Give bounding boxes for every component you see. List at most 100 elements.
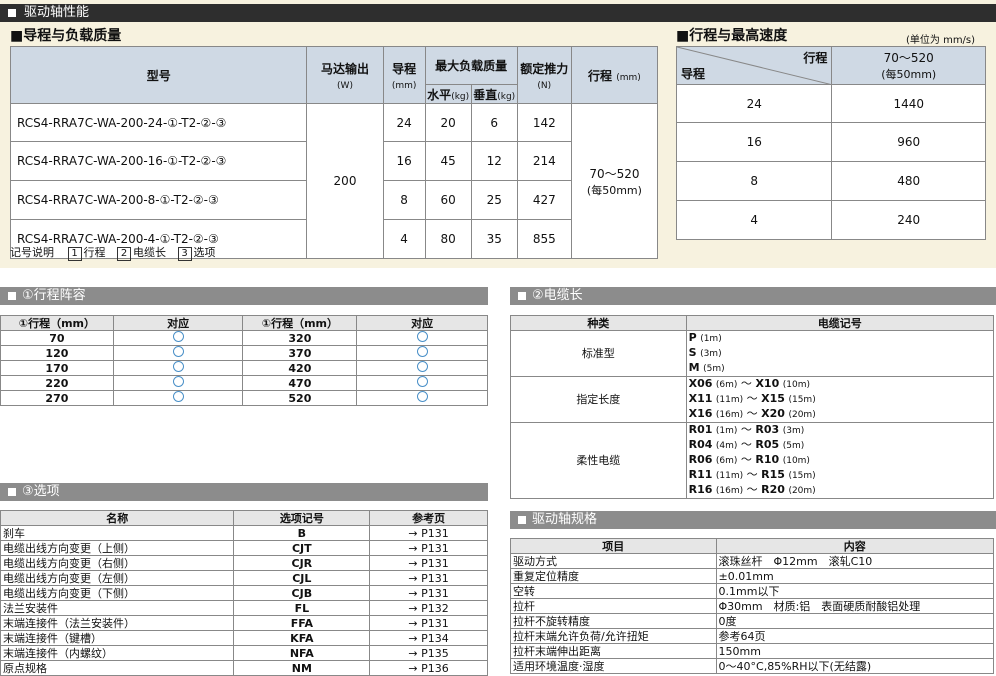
spec-col-content: 内容 (715, 538, 995, 554)
spec-item: 驱动方式 (510, 553, 717, 569)
table-row: 刹车 B → P131 (0, 525, 488, 541)
cable-codes: R01 (1m) ～ R03 (3m) R04 (4m) ～ R05 (5m) … (685, 422, 995, 499)
table-row: 原点规格 NM → P136 (0, 660, 488, 676)
cable-code: R04 (688, 438, 713, 451)
table-row: 末端连接件（键槽） KFA → P134 (0, 630, 488, 646)
option-code: B (233, 525, 371, 541)
table-row: RCS4-RRA7C-WA-200-24-①-T2-②-③ 200 24 20 … (9, 103, 659, 259)
thrust-cell: 142 (516, 103, 572, 142)
stroke-value: 520 (242, 390, 358, 406)
cable-group-name: 指定长度 (510, 376, 687, 423)
table-row: 120 370 (0, 345, 488, 361)
option-page: → P131 (369, 525, 488, 541)
option-page: → P136 (369, 660, 488, 676)
table-row: 拉杆末端允许负荷/允许扭矩 参考64页 (510, 628, 995, 644)
table-row: 末端连接件（法兰安装件） FFA → P131 (0, 615, 488, 631)
stroke-speed-table: 行程 导程 70～520 (每50mm) 24 1440 16 960 8 480 42… (675, 46, 986, 240)
speed-header-stroke: 行程 (803, 51, 828, 65)
banner-square-icon (8, 488, 16, 496)
cable-length: (6m) (715, 380, 738, 390)
available-cell (356, 345, 488, 361)
option-code: CJL (233, 570, 371, 586)
speed-lead-cell: 16 (675, 122, 833, 162)
thrust-cell: 855 (516, 219, 572, 259)
option-page: → P131 (369, 540, 488, 556)
table-row: 拉杆末端伸出距离 150mm (510, 643, 995, 659)
option-col-code: 选项记号 (233, 510, 371, 526)
cable-code-line: X06 (6m) ～ X10 (10m) (688, 377, 810, 390)
col-stroke: 行程 (mm) (570, 46, 659, 104)
lead-cell: 24 (382, 103, 426, 142)
spec-value: Φ30mm 材质:铝 表面硬质耐酸铝处理 (715, 598, 995, 614)
option-col-name: 名称 (0, 510, 235, 526)
cable-length: (5m) (782, 441, 805, 451)
option-name: 末端连接件（键槽） (0, 630, 235, 646)
table-row: 4 240 (675, 200, 986, 240)
circle-icon (172, 361, 184, 372)
stroke-col-2: 对应 (112, 315, 244, 331)
stroke-col-4: 对应 (356, 315, 488, 331)
thrust-cell: 427 (516, 180, 572, 220)
banner-square-icon (8, 292, 16, 300)
horiz-cell: 45 (424, 141, 472, 181)
table-row: 电缆出线方向变更（右侧） CJR → P131 (0, 555, 488, 571)
col-lead-label: 导程 (392, 61, 417, 76)
speed-header-range: 70～520 (883, 51, 934, 65)
vert-cell: 6 (470, 103, 518, 142)
spec-value: 0度 (715, 613, 995, 629)
option-name: 电缆出线方向变更（下侧） (0, 585, 235, 601)
stroke-col-1: ①行程（mm） (0, 315, 114, 331)
speed-header-lead: 导程 (681, 67, 706, 81)
spec-item: 拉杆末端允许负荷/允许扭矩 (510, 628, 717, 644)
table-row: 70 320 (0, 330, 488, 346)
stroke-range-sub: (每50mm) (586, 183, 642, 197)
available-cell (356, 390, 488, 406)
table-row: 16 960 (675, 122, 986, 162)
spec-value: 0.1mm以下 (715, 583, 995, 599)
table-row: 拉杆 Φ30mm 材质:铝 表面硬质耐酸铝处理 (510, 598, 995, 614)
cable-group: 指定长度 X06 (6m) ～ X10 (10m) X11 (11m) ～ X1… (510, 376, 995, 423)
spec-col-item: 项目 (510, 538, 717, 554)
cable-code: R01 (688, 423, 713, 436)
stroke-value: 370 (242, 345, 358, 361)
model-cell: RCS4-RRA7C-WA-200-24-①-T2-②-③ (9, 103, 308, 142)
cable-length: (1m) (700, 334, 722, 344)
cable-code: X06 (688, 377, 713, 390)
spec-item: 拉杆 (510, 598, 717, 614)
col-stroke-unit: (mm) (616, 72, 641, 83)
cable-length: (11m) (715, 471, 744, 481)
option-banner-title: ③选项 (22, 484, 60, 499)
speed-value-cell: 960 (831, 122, 986, 162)
lead-load-title: ■导程与负载质量 (10, 28, 122, 44)
stroke-value: 70 (0, 330, 114, 346)
option-page: → P135 (369, 645, 488, 661)
col-vert: 垂直(kg) (470, 84, 518, 104)
spec-item: 拉杆不旋转精度 (510, 613, 717, 629)
cable-code-line: R06 (6m) ～ R10 (10m) (688, 453, 810, 466)
cable-code-line: P (1m) (689, 331, 991, 346)
spec-value: 滚珠丝杆 Φ12mm 滚轧C10 (715, 553, 995, 569)
cable-code: X11 (688, 392, 713, 405)
vert-cell: 35 (470, 219, 518, 259)
option-name: 电缆出线方向变更（右侧） (0, 555, 235, 571)
table-row: 8 480 (675, 161, 986, 201)
spec-value: ±0.01mm (715, 568, 995, 584)
cable-table: 种类 电缆记号 标准型 P (1m) S (3m) M (5m) 指定长度 X0… (510, 315, 995, 499)
cable-length: (10m) (782, 380, 810, 390)
stroke-banner: ①行程阵容 (0, 287, 488, 305)
option-page: → P132 (369, 600, 488, 616)
banner-square-icon (8, 9, 16, 17)
option-page: → P131 (369, 585, 488, 601)
option-banner: ③选项 (0, 483, 488, 501)
spec-value: 0～40°C,85%RH以下(无结露) (715, 658, 995, 674)
table-row: 适用环境温度·湿度 0～40°C,85%RH以下(无结露) (510, 658, 995, 674)
table-row: 末端连接件（内螺纹） NFA → P135 (0, 645, 488, 661)
available-cell (356, 330, 488, 346)
cable-length: (11m) (715, 395, 744, 405)
col-lead: 导程 (mm) (382, 46, 426, 104)
option-name: 电缆出线方向变更（左侧） (0, 570, 235, 586)
cable-length: (20m) (788, 410, 816, 420)
circle-icon (416, 391, 428, 402)
cable-col-code: 电缆记号 (685, 315, 995, 331)
cable-col-kind: 种类 (510, 315, 687, 331)
